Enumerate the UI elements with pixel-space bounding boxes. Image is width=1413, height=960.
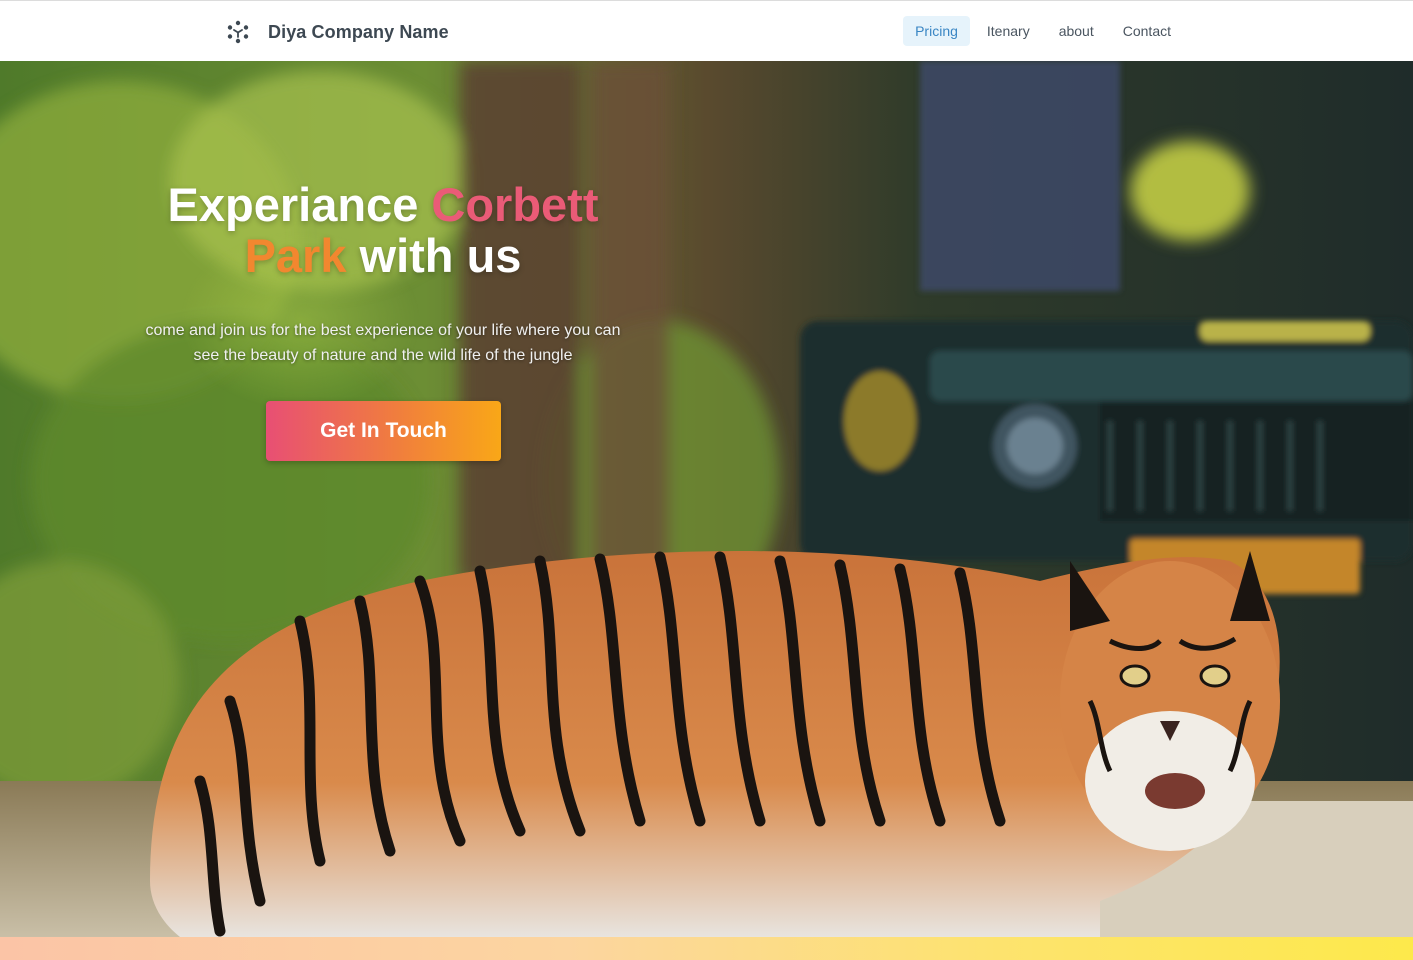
nav-item-pricing[interactable]: Pricing [903, 16, 970, 46]
nav-item-contact[interactable]: Contact [1111, 16, 1183, 46]
hero-subtitle: come and join us for the best experience… [145, 322, 621, 364]
get-in-touch-button[interactable]: Get In Touch [266, 401, 501, 461]
hero-title-part1: Experiance [167, 178, 432, 231]
nav-item-about[interactable]: about [1047, 16, 1106, 46]
hero-title-part4: with us [346, 229, 522, 282]
hero-title: Experiance Corbett Park with us [133, 179, 633, 281]
brand-link[interactable]: Diya Company Name [226, 18, 449, 46]
hero-section: Experiance Corbett Park with us come and… [0, 61, 1413, 937]
hero-title-highlight-park: Park [244, 229, 347, 282]
top-navbar: Diya Company Name Pricing Itenary about … [0, 1, 1413, 61]
cube-dots-icon [226, 20, 250, 44]
nav-item-itenary[interactable]: Itenary [975, 16, 1042, 46]
hero-copy: Experiance Corbett Park with us come and… [133, 179, 633, 368]
hero-title-highlight-corbett: Corbett [431, 178, 599, 231]
brand-name: Diya Company Name [268, 21, 449, 42]
main-nav: Pricing Itenary about Contact [898, 16, 1183, 46]
bottom-gradient-strip [0, 937, 1413, 960]
